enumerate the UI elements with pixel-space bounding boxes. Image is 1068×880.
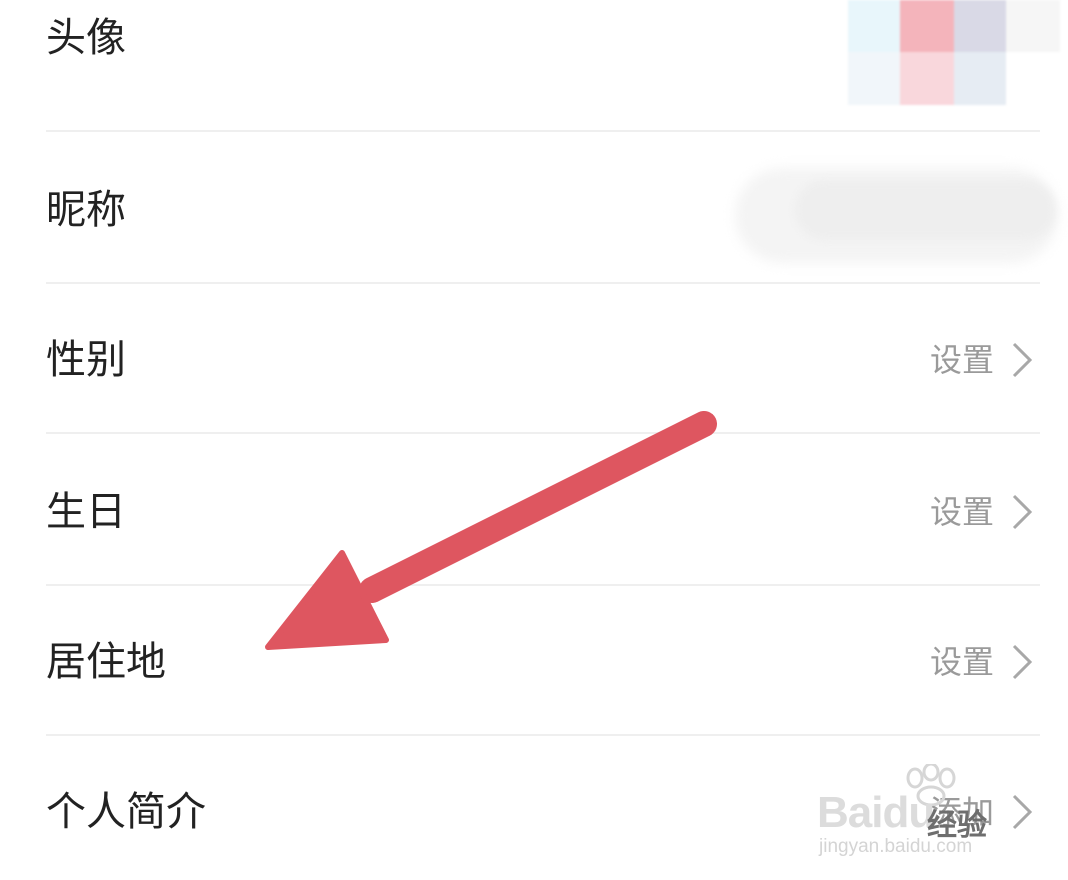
row-gender-value: 设置	[929, 341, 994, 379]
nickname-value-blurred-inner	[795, 180, 1055, 240]
row-avatar-label: 头像	[46, 15, 126, 61]
row-birthday-label: 生日	[46, 489, 126, 535]
chevron-right-icon	[1012, 342, 1033, 378]
chevron-right-icon	[1012, 494, 1033, 530]
row-bio-label: 个人简介	[46, 789, 206, 835]
chevron-right-icon	[1012, 644, 1033, 680]
avatar[interactable]	[848, 0, 1060, 105]
watermark-brand: Baidu	[817, 788, 935, 837]
row-gender-label: 性别	[46, 337, 126, 383]
row-avatar[interactable]: 头像	[0, 0, 1068, 130]
watermark-domain: jingyan.baidu.com	[819, 836, 973, 857]
row-residence-label: 居住地	[46, 639, 166, 685]
row-gender[interactable]: 性别 设置	[0, 284, 1068, 432]
row-residence[interactable]: 居住地 设置	[0, 586, 1068, 734]
row-birthday-value: 设置	[929, 493, 994, 531]
row-residence-value: 设置	[929, 643, 994, 681]
row-birthday[interactable]: 生日 设置	[0, 434, 1068, 584]
row-nickname-label: 昵称	[46, 187, 126, 233]
baidu-watermark: Baidu 经验 jingyan.baidu.com	[815, 764, 1025, 866]
